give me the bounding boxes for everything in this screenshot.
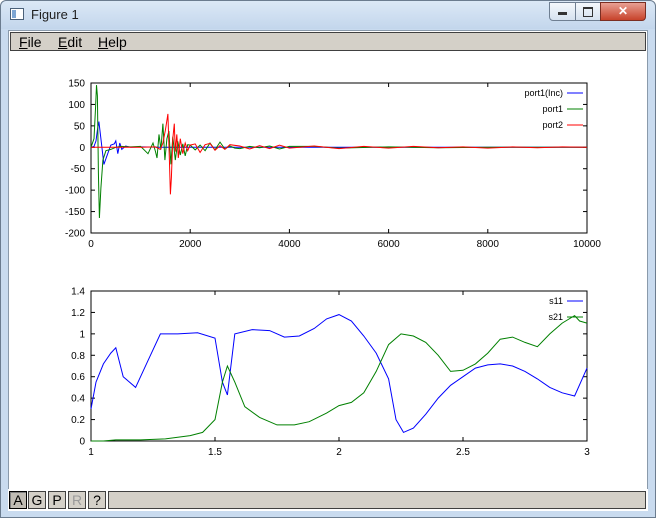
plot-bottom-ytick-label: 0.6 <box>71 372 85 383</box>
plot-bottom-ytick-label: 0.4 <box>71 394 85 405</box>
plot-bottom-legend-label: s11 <box>549 296 563 306</box>
plot-bottom-ytick-label: 1.2 <box>71 308 85 319</box>
plot-top-ytick-label: -150 <box>65 207 85 218</box>
plot-bottom-xtick-label: 1.5 <box>208 447 222 458</box>
plot-bottom-ytick-label: 0.8 <box>71 351 85 362</box>
plot-bottom-ytick-label: 0.2 <box>71 415 85 426</box>
plot-top-xtick-label: 6000 <box>377 239 400 250</box>
status-field <box>108 491 646 509</box>
plot-top-xtick-label: 8000 <box>477 239 500 250</box>
plot-top-ytick-label: -100 <box>65 186 85 197</box>
plot-bottom-ytick-label: 1 <box>79 329 85 340</box>
tool-button-a[interactable]: A <box>9 491 27 509</box>
tool-button-r[interactable]: R <box>68 491 86 509</box>
plot-bottom-ytick-label: 0 <box>79 437 85 448</box>
tool-button-g[interactable]: G <box>28 491 46 509</box>
plot-top-legend-label: port2 <box>542 120 563 130</box>
plot-bottom-legend-label: s21 <box>548 312 563 322</box>
plot-top-ytick-label: -200 <box>65 229 85 240</box>
plot-top-ytick-label: 150 <box>68 79 85 90</box>
plot-top-xtick-label: 2000 <box>179 239 202 250</box>
plot-bottom-xtick-label: 3 <box>584 447 590 458</box>
plot-top-xtick-label: 10000 <box>573 239 601 250</box>
plot-top-ytick-label: 0 <box>79 143 85 154</box>
plot-bottom-xtick-label: 2.5 <box>456 447 470 458</box>
plot-top-ytick-label: 100 <box>68 100 85 111</box>
plot-top-xtick-label: 4000 <box>278 239 301 250</box>
plot-top-legend-label: port1 <box>542 104 563 114</box>
plot-top-xtick-label: 0 <box>88 239 94 250</box>
plot-bottom-xtick-label: 2 <box>336 447 342 458</box>
plot-bottom-ytick-label: 1.4 <box>71 287 85 298</box>
figure-canvas[interactable]: 0 2000 4000 6000 8000 10000 -200 -150 -100 -50 0 50… <box>0 0 656 518</box>
tool-button-p[interactable]: P <box>48 491 66 509</box>
plot-top-ytick-label: 50 <box>74 121 86 132</box>
plot-bottom-xtick-label: 1 <box>88 447 94 458</box>
plot-top-ytick-label: -50 <box>71 164 86 175</box>
bottom-toolbar: A G P R ? <box>8 489 648 511</box>
plot-top-legend-label: port1(Inc) <box>524 88 563 98</box>
tool-button-help[interactable]: ? <box>88 491 106 509</box>
